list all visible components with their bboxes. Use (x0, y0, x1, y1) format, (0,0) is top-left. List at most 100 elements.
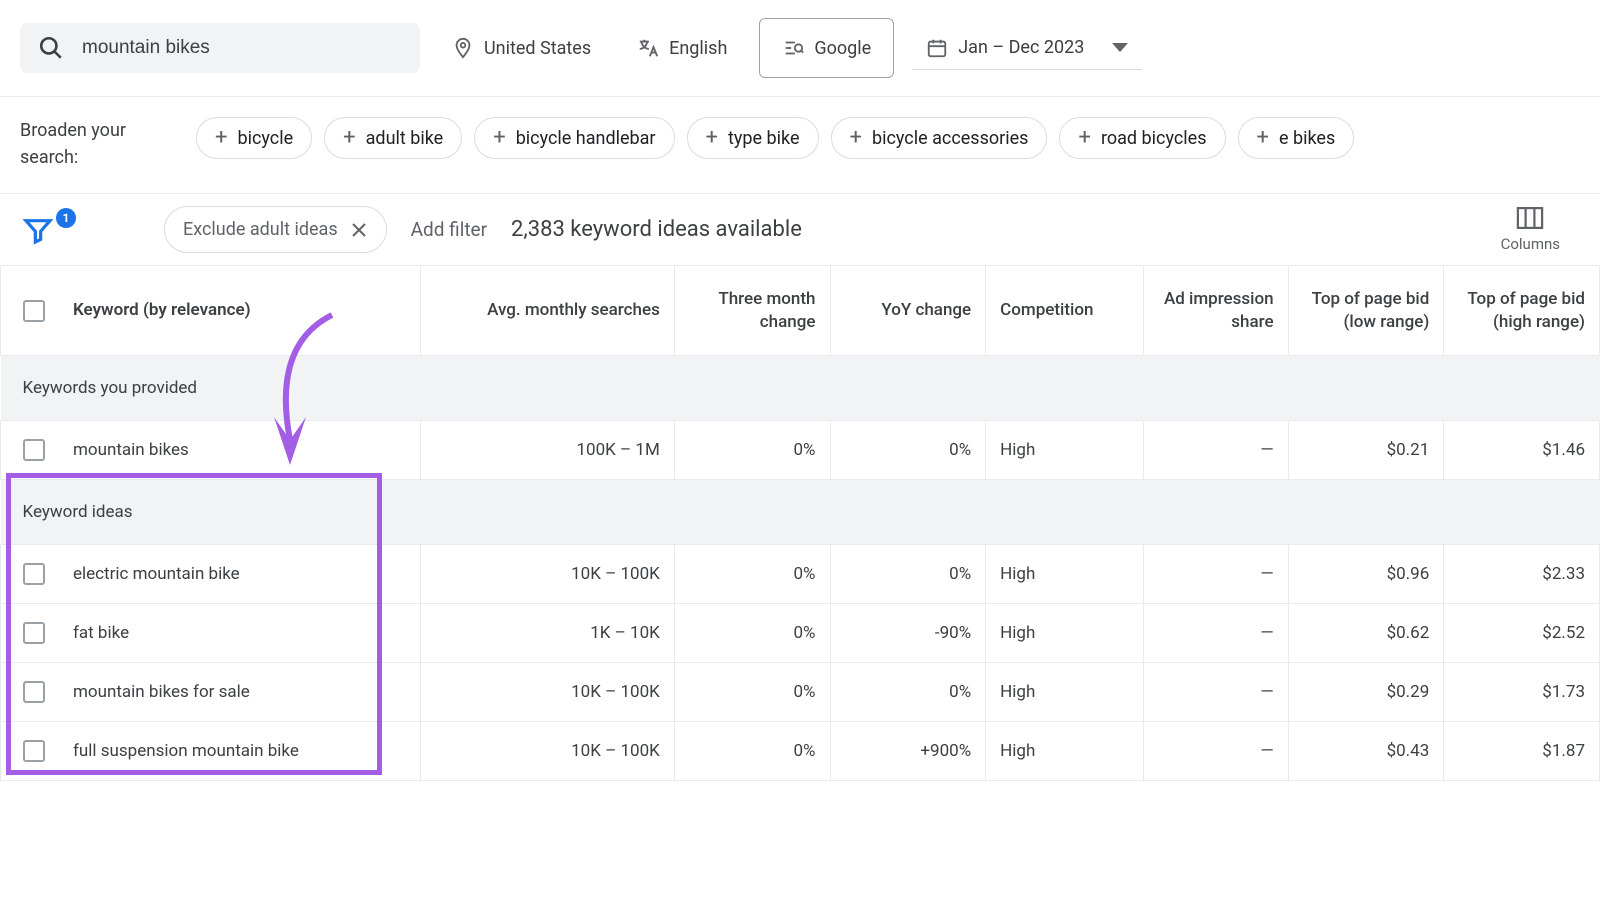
row-checkbox[interactable] (23, 681, 45, 703)
filter-chip-label: Exclude adult ideas (183, 219, 338, 240)
broaden-search-row: Broaden your search: +bicycle +adult bik… (0, 97, 1600, 193)
table-row: electric mountain bike 10K – 100K 0% 0% … (1, 545, 1600, 604)
date-range-selector[interactable]: Jan – Dec 2023 (912, 27, 1142, 70)
network-icon (782, 37, 804, 59)
table-header-row: Keyword (by relevance) Avg. monthly sear… (1, 266, 1600, 356)
cell-bid-low: $0.96 (1288, 545, 1444, 604)
broaden-chip[interactable]: +adult bike (324, 117, 462, 159)
cell-bid-low: $0.29 (1288, 663, 1444, 722)
keyword-text[interactable]: full suspension mountain bike (73, 741, 299, 761)
table-row: fat bike 1K – 10K 0% -90% High — $0.62 $… (1, 604, 1600, 663)
row-checkbox[interactable] (23, 563, 45, 585)
plus-icon: + (343, 127, 355, 149)
broaden-label: Broaden your search: (20, 117, 170, 171)
search-input[interactable] (82, 37, 402, 59)
cell-bid-low: $0.62 (1288, 604, 1444, 663)
cell-impression: — (1144, 421, 1289, 480)
location-label: United States (484, 38, 591, 59)
table-row: full suspension mountain bike 10K – 100K… (1, 722, 1600, 781)
broaden-chip[interactable]: +bicycle (196, 117, 312, 159)
date-range-label: Jan – Dec 2023 (958, 37, 1084, 58)
section-ideas: Keyword ideas (1, 480, 1600, 545)
col-header-impression[interactable]: Ad impression share (1144, 266, 1289, 356)
keyword-text[interactable]: fat bike (73, 623, 129, 643)
broaden-chip[interactable]: +e bikes (1238, 117, 1355, 159)
location-selector[interactable]: United States (438, 27, 605, 69)
cell-competition: High (986, 722, 1144, 781)
table-wrapper: Keyword (by relevance) Avg. monthly sear… (0, 265, 1600, 781)
cell-competition: High (986, 545, 1144, 604)
cell-impression: — (1144, 722, 1289, 781)
row-checkbox[interactable] (23, 622, 45, 644)
plus-icon: + (850, 127, 862, 149)
language-label: English (669, 38, 727, 59)
plus-icon: + (706, 127, 718, 149)
search-icon (38, 35, 64, 61)
col-header-avg[interactable]: Avg. monthly searches (421, 266, 675, 356)
cell-three-month: 0% (674, 663, 830, 722)
broaden-chip[interactable]: +road bicycles (1059, 117, 1225, 159)
table-row: mountain bikes 100K – 1M 0% 0% High — $0… (1, 421, 1600, 480)
language-selector[interactable]: English (623, 27, 741, 69)
network-selector[interactable]: Google (759, 18, 894, 78)
add-filter-button[interactable]: Add filter (411, 218, 487, 241)
cell-bid-high: $2.52 (1444, 604, 1600, 663)
ideas-count-label: 2,383 keyword ideas available (511, 217, 802, 242)
location-icon (452, 37, 474, 59)
cell-avg: 1K – 10K (421, 604, 675, 663)
col-header-keyword[interactable]: Keyword (by relevance) (1, 266, 421, 356)
plus-icon: + (215, 127, 227, 149)
col-header-bid-high[interactable]: Top of page bid (high range) (1444, 266, 1600, 356)
cell-avg: 100K – 1M (421, 421, 675, 480)
cell-bid-high: $2.33 (1444, 545, 1600, 604)
filter-button[interactable]: 1 (22, 214, 70, 246)
cell-avg: 10K – 100K (421, 545, 675, 604)
close-icon[interactable] (350, 221, 368, 239)
translate-icon (637, 37, 659, 59)
calendar-icon (926, 37, 948, 59)
cell-impression: — (1144, 604, 1289, 663)
cell-three-month: 0% (674, 722, 830, 781)
search-box[interactable] (20, 23, 420, 73)
columns-label: Columns (1501, 235, 1560, 253)
col-header-competition[interactable]: Competition (986, 266, 1144, 356)
broaden-chip[interactable]: +type bike (687, 117, 819, 159)
cell-bid-low: $0.21 (1288, 421, 1444, 480)
columns-icon (1516, 207, 1544, 229)
col-header-yoy[interactable]: YoY change (830, 266, 986, 356)
broaden-chip[interactable]: +bicycle handlebar (474, 117, 674, 159)
row-checkbox[interactable] (23, 439, 45, 461)
cell-three-month: 0% (674, 545, 830, 604)
cell-yoy: 0% (830, 663, 986, 722)
select-all-checkbox[interactable] (23, 300, 45, 322)
columns-button[interactable]: Columns (1501, 207, 1578, 253)
plus-icon: + (1257, 127, 1269, 149)
cell-competition: High (986, 421, 1144, 480)
cell-avg: 10K – 100K (421, 663, 675, 722)
cell-three-month: 0% (674, 421, 830, 480)
network-label: Google (814, 38, 871, 59)
cell-three-month: 0% (674, 604, 830, 663)
cell-bid-low: $0.43 (1288, 722, 1444, 781)
row-checkbox[interactable] (23, 740, 45, 762)
keyword-text[interactable]: mountain bikes (73, 440, 189, 460)
cell-yoy: 0% (830, 421, 986, 480)
section-provided: Keywords you provided (1, 356, 1600, 421)
keyword-text[interactable]: electric mountain bike (73, 564, 240, 584)
applied-filter-chip[interactable]: Exclude adult ideas (164, 206, 387, 253)
filter-badge: 1 (56, 208, 76, 228)
cell-bid-high: $1.87 (1444, 722, 1600, 781)
plus-icon: + (493, 127, 505, 149)
table-row: mountain bikes for sale 10K – 100K 0% 0%… (1, 663, 1600, 722)
col-header-bid-low[interactable]: Top of page bid (low range) (1288, 266, 1444, 356)
broaden-chip-container: +bicycle +adult bike +bicycle handlebar … (196, 117, 1354, 159)
cell-bid-high: $1.46 (1444, 421, 1600, 480)
col-header-three-month[interactable]: Three month change (674, 266, 830, 356)
keyword-table: Keyword (by relevance) Avg. monthly sear… (0, 265, 1600, 781)
top-bar: United States English Google Jan – Dec 2… (0, 0, 1600, 96)
broaden-chip[interactable]: +bicycle accessories (831, 117, 1048, 159)
chevron-down-icon (1112, 43, 1128, 52)
cell-yoy: -90% (830, 604, 986, 663)
keyword-text[interactable]: mountain bikes for sale (73, 682, 250, 702)
cell-yoy: +900% (830, 722, 986, 781)
